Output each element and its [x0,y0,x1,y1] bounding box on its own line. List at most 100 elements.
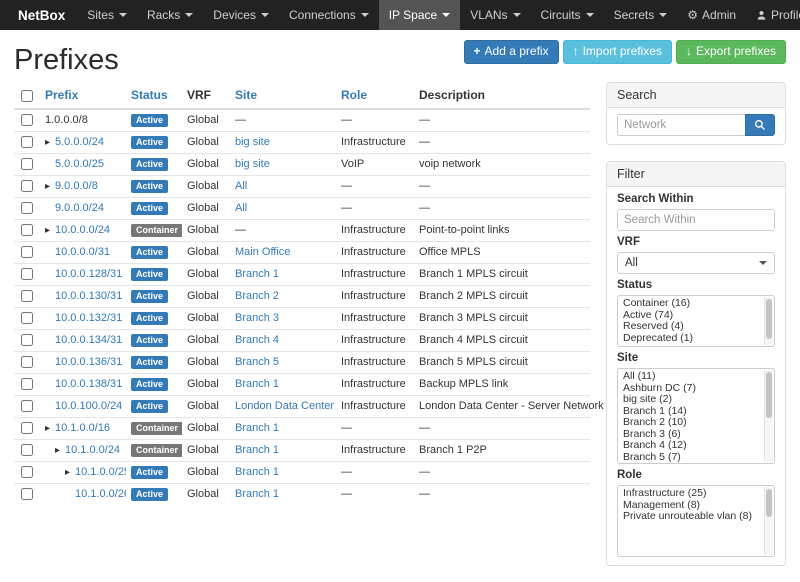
scrollbar[interactable] [764,487,773,555]
row-checkbox[interactable] [21,488,33,500]
prefix-link[interactable]: 10.1.0.0/26 [75,488,126,500]
role-option[interactable]: Private unrouteable vlan (8) [618,511,761,523]
status-option[interactable]: Reserved (4) [618,321,761,333]
row-checkbox[interactable] [21,466,33,478]
row-checkbox[interactable] [21,378,33,390]
row-checkbox[interactable] [21,224,33,236]
nav-item-vlans[interactable]: VLANs [460,0,530,30]
site-option[interactable]: All (11) [618,371,761,383]
column-header-prefix[interactable]: Prefix [40,82,126,109]
row-checkbox[interactable] [21,334,33,346]
row-checkbox[interactable] [21,114,33,126]
site-option[interactable]: GCI 2-1-24 (3) [618,463,761,464]
site-option[interactable]: Branch 5 (7) [618,452,761,464]
column-header-site[interactable]: Site [230,82,336,109]
nav-item-admin[interactable]: ⚙Admin [677,0,746,30]
site-link[interactable]: London Data Center [235,400,334,412]
site-link[interactable]: Branch 1 [235,444,279,456]
row-checkbox[interactable] [21,158,33,170]
prefix-link[interactable]: 10.1.0.0/25 [75,466,126,478]
prefix-link[interactable]: 10.0.0.132/31 [55,312,122,324]
scrollbar-thumb[interactable] [766,489,772,517]
add-a-prefix-button[interactable]: +Add a prefix [464,40,559,64]
site-option[interactable]: Branch 1 (14) [618,406,761,418]
row-checkbox[interactable] [21,444,33,456]
prefix-link[interactable]: 9.0.0.0/8 [55,180,98,192]
row-checkbox[interactable] [21,136,33,148]
row-checkbox[interactable] [21,312,33,324]
row-checkbox[interactable] [21,202,33,214]
site-link[interactable]: big site [235,136,270,148]
prefix-link[interactable]: 10.0.0.130/31 [55,290,122,302]
prefix-link[interactable]: 10.1.0.0/16 [55,422,110,434]
scrollbar-thumb[interactable] [766,372,772,418]
nav-item-circuits[interactable]: Circuits [531,0,604,30]
site-option[interactable]: Branch 2 (10) [618,417,761,429]
site-option[interactable]: Branch 3 (6) [618,429,761,441]
select-all-checkbox[interactable] [21,90,33,102]
row-checkbox[interactable] [21,422,33,434]
prefix-link[interactable]: 10.0.0.138/31 [55,378,122,390]
prefix-link[interactable]: 10.0.0.128/31 [55,268,122,280]
status-option[interactable]: Active (74) [618,310,761,322]
scrollbar-thumb[interactable] [766,299,772,339]
row-checkbox[interactable] [21,356,33,368]
site-link[interactable]: Main Office [235,246,290,258]
prefix-link[interactable]: 10.0.0.0/24 [55,224,110,236]
column-header-role[interactable]: Role [336,82,414,109]
nav-item-profile[interactable]: Profile [746,0,800,30]
site-option[interactable]: big site (2) [618,394,761,406]
site-link[interactable]: Branch 4 [235,334,279,346]
role-filter-listbox[interactable]: Infrastructure (25)Management (8)Private… [617,485,775,557]
vrf-select[interactable]: All [617,252,775,274]
nav-item-secrets[interactable]: Secrets [604,0,678,30]
scrollbar[interactable] [764,370,773,462]
search-button[interactable] [745,114,775,136]
site-link[interactable]: Branch 1 [235,488,279,500]
row-checkbox[interactable] [21,290,33,302]
site-link[interactable]: Branch 1 [235,378,279,390]
status-filter-listbox[interactable]: Container (16)Active (74)Reserved (4)Dep… [617,295,775,347]
site-filter-listbox[interactable]: All (11)Ashburn DC (7)big site (2)Branch… [617,368,775,464]
scrollbar[interactable] [764,297,773,345]
site-link[interactable]: Branch 1 [235,422,279,434]
column-header-status[interactable]: Status [126,82,182,109]
prefix-link[interactable]: 9.0.0.0/24 [55,202,104,214]
site-link[interactable]: All [235,202,247,214]
site-link[interactable]: Branch 5 [235,356,279,368]
prefix-link[interactable]: 10.0.0.136/31 [55,356,122,368]
search-within-input[interactable] [617,209,775,231]
site-link[interactable]: Branch 1 [235,466,279,478]
prefix-link[interactable]: 10.0.0.0/31 [55,246,110,258]
export-prefixes-button[interactable]: ↓Export prefixes [676,40,786,64]
role-option[interactable]: Management (8) [618,500,761,512]
site-option[interactable]: Branch 4 (12) [618,440,761,452]
site-link[interactable]: All [235,180,247,192]
status-option[interactable]: Deprecated (1) [618,333,761,345]
nav-item-sites[interactable]: Sites [77,0,137,30]
nav-item-ip-space[interactable]: IP Space [379,0,460,30]
prefix-link[interactable]: 10.0.100.0/24 [55,400,122,412]
nav-item-devices[interactable]: Devices [203,0,279,30]
site-link[interactable]: big site [235,158,270,170]
site-link[interactable]: Branch 1 [235,268,279,280]
prefix-link[interactable]: 10.1.0.0/24 [65,444,120,456]
status-option[interactable]: Container (16) [618,298,761,310]
nav-item-racks[interactable]: Racks [137,0,203,30]
brand-link[interactable]: NetBox [6,0,77,30]
row-checkbox[interactable] [21,268,33,280]
row-checkbox[interactable] [21,246,33,258]
prefix-link[interactable]: 1.0.0.0/8 [45,114,88,126]
row-checkbox[interactable] [21,180,33,192]
search-input[interactable] [617,114,745,136]
prefix-link[interactable]: 5.0.0.0/25 [55,158,104,170]
prefix-link[interactable]: 5.0.0.0/24 [55,136,104,148]
row-checkbox[interactable] [21,400,33,412]
nav-item-connections[interactable]: Connections [279,0,379,30]
prefix-link[interactable]: 10.0.0.134/31 [55,334,122,346]
role-option[interactable]: Infrastructure (25) [618,488,761,500]
import-prefixes-button[interactable]: ↑Import prefixes [563,40,672,64]
site-link[interactable]: Branch 3 [235,312,279,324]
site-option[interactable]: Ashburn DC (7) [618,383,761,395]
site-link[interactable]: Branch 2 [235,290,279,302]
